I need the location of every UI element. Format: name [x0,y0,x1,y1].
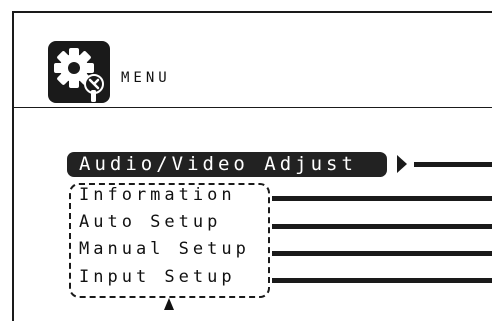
menu-title: MENU [121,70,171,86]
pointer-arrow-icon [164,298,174,310]
value-bar [272,196,492,201]
submenu-item-information[interactable]: Information [79,184,236,206]
menu-item-audio-video-adjust[interactable]: Audio/Video Adjust [67,152,387,177]
header-divider [12,107,492,108]
value-bar [272,224,492,229]
value-bar [272,278,492,283]
submenu-item-manual-setup[interactable]: Manual Setup [79,238,250,260]
gear-wrench-icon [47,40,111,104]
value-bar [272,251,492,256]
submenu-item-input-setup[interactable]: Input Setup [79,266,236,288]
submenu-item-auto-setup[interactable]: Auto Setup [79,211,221,233]
value-bar [414,162,492,167]
submenu-arrow-icon [397,155,407,173]
